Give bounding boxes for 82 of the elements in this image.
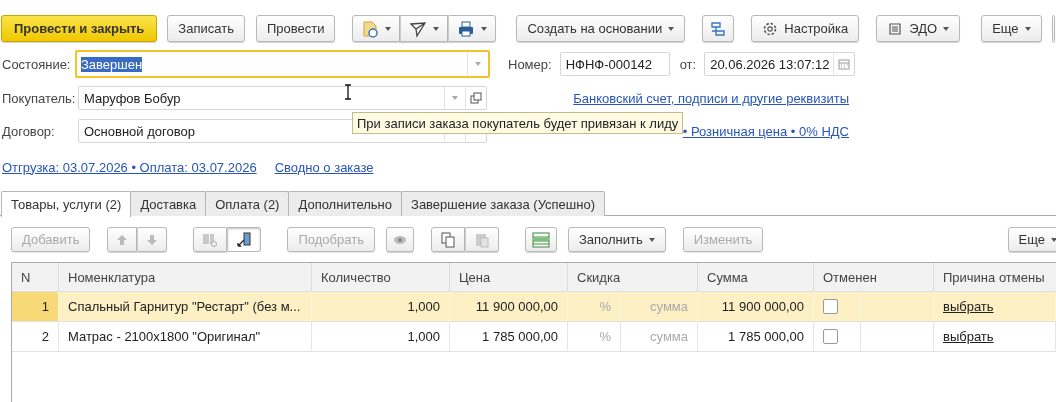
table-cell: % bbox=[568, 322, 621, 351]
printer-icon bbox=[457, 19, 476, 38]
settings-button[interactable]: Настройка bbox=[751, 15, 860, 42]
column-header[interactable]: N bbox=[12, 263, 59, 291]
shipping-payment-link[interactable]: Отгрузка: 03.07.2026 • Оплата: 03.07.2026 bbox=[2, 159, 257, 175]
fill-table-button[interactable] bbox=[524, 227, 557, 252]
copy-button[interactable] bbox=[430, 227, 465, 252]
eye-icon bbox=[392, 234, 407, 245]
table-cell: % bbox=[568, 292, 621, 321]
send-menu-button[interactable] bbox=[400, 15, 449, 42]
number-field[interactable]: НФНФ-000142 bbox=[559, 52, 670, 76]
column-header[interactable]: Количество bbox=[312, 263, 450, 291]
tab[interactable]: Оплата (2) bbox=[205, 191, 290, 216]
table-cell: 1,000 bbox=[312, 292, 450, 321]
checkbox[interactable] bbox=[823, 329, 838, 344]
table-icon bbox=[531, 231, 550, 248]
checkbox[interactable] bbox=[823, 299, 838, 314]
create-based-on-button[interactable]: Создать на основании bbox=[516, 15, 686, 42]
view-button[interactable] bbox=[385, 227, 414, 252]
column-header[interactable]: Номенклатура bbox=[59, 263, 312, 291]
fill-button[interactable]: Заполнить bbox=[567, 227, 666, 252]
table-cell: 1 785 000,00 bbox=[698, 322, 814, 351]
edo-button[interactable]: ЭДО bbox=[876, 15, 961, 42]
post-and-close-button[interactable]: Провести и закрыть bbox=[1, 15, 158, 42]
send-icon bbox=[409, 19, 428, 38]
text-cursor-icon bbox=[344, 84, 352, 100]
calendar-icon bbox=[838, 58, 851, 70]
open-icon bbox=[470, 92, 482, 104]
print-menu-button[interactable] bbox=[448, 15, 497, 42]
buyer-field[interactable]: Маруфов Бобур bbox=[78, 86, 487, 110]
tab[interactable]: Доставка bbox=[130, 191, 207, 216]
tab[interactable]: Завершение заказа (Успешно) bbox=[401, 191, 605, 216]
buyer-label: Покупатель: bbox=[2, 90, 77, 106]
paste-icon bbox=[473, 231, 490, 248]
settings-icon bbox=[762, 20, 779, 37]
price-link[interactable]: • Розничная цена • 0% НДС bbox=[682, 123, 849, 139]
date-field[interactable]: 20.06.2026 13:07:12 bbox=[704, 52, 856, 76]
order-summary-link[interactable]: Сводно о заказе bbox=[274, 159, 374, 175]
up-arrow-icon bbox=[116, 233, 129, 246]
scanner-button[interactable] bbox=[227, 227, 262, 252]
column-header[interactable]: Причина отмены bbox=[934, 263, 1056, 291]
select-reason-link[interactable]: выбрать bbox=[943, 299, 994, 314]
table-cell: сумма bbox=[621, 322, 698, 351]
column-header[interactable]: Цена bbox=[450, 263, 568, 291]
structure-icon bbox=[709, 19, 728, 38]
scanner-icon bbox=[236, 231, 253, 248]
toolbar-button[interactable] bbox=[1051, 15, 1055, 42]
table-cell: сумма bbox=[621, 292, 698, 321]
tab[interactable]: Товары, услуги (2) bbox=[1, 191, 132, 217]
bank-details-link[interactable]: Банковский счет, подписи и другие реквизиты bbox=[573, 90, 849, 106]
down-arrow-icon bbox=[146, 233, 159, 246]
number-label: Номер: bbox=[508, 56, 552, 72]
table-cell: Спальный Гарнитур "Рестарт" (без м... bbox=[59, 292, 312, 321]
more-button[interactable]: Еще bbox=[981, 15, 1042, 42]
tooltip: При записи заказа покупатель будет привязан к лиду bbox=[352, 112, 684, 134]
post-button[interactable]: Провести bbox=[255, 15, 336, 42]
copy-icon bbox=[439, 231, 456, 248]
dropdown-icon bbox=[475, 62, 481, 66]
paste-button[interactable] bbox=[464, 227, 499, 252]
table-cell: 1 785 000,00 bbox=[450, 322, 568, 351]
status-label: Состояние: bbox=[2, 56, 72, 72]
status-field[interactable]: Завершен bbox=[75, 50, 490, 78]
column-header[interactable]: Отменен bbox=[814, 263, 934, 291]
more-button[interactable]: Еще bbox=[1007, 227, 1056, 252]
table-cell: 11 900 000,00 bbox=[698, 292, 814, 321]
table-cell: Матрас - 2100х1800 "Оригинал" bbox=[59, 322, 312, 351]
table-cell: 11 900 000,00 bbox=[450, 292, 568, 321]
date-label: от: bbox=[679, 56, 697, 72]
move-up-button[interactable] bbox=[107, 227, 138, 252]
tab[interactable]: Дополнительно bbox=[288, 191, 403, 216]
document-icon bbox=[361, 19, 380, 38]
structure-button[interactable] bbox=[702, 15, 735, 42]
table-cell: 1 bbox=[12, 292, 59, 321]
contract-label: Договор: bbox=[2, 123, 56, 139]
move-down-button[interactable] bbox=[137, 227, 168, 252]
column-header[interactable]: Сумма bbox=[698, 263, 814, 291]
column-header[interactable]: Скидка bbox=[568, 263, 698, 291]
table-cell: 2 bbox=[12, 322, 59, 351]
table-cell: 1,000 bbox=[312, 322, 450, 351]
dropdown-icon bbox=[452, 96, 458, 100]
write-button[interactable]: Записать bbox=[167, 15, 245, 42]
select-reason-link[interactable]: выбрать bbox=[943, 329, 994, 344]
